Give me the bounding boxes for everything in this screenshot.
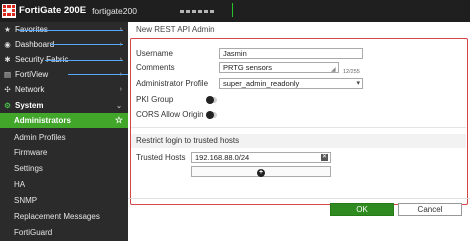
cors-label: CORS Allow Origin: [136, 110, 204, 119]
logo[interactable]: FortiGate 200E fortigate200: [2, 3, 137, 18]
chart-icon: ▤: [3, 70, 12, 79]
profile-select-value: super_admin_readonly: [223, 79, 300, 88]
sidebar-item-system[interactable]: ⚙ System ⌄: [0, 99, 128, 112]
fortinet-logo-icon: [2, 3, 16, 18]
profile-label: Administrator Profile: [136, 79, 209, 88]
admin-form: Username Jasmin Comments PRTG sensors ◢ …: [130, 38, 468, 205]
sidebar: ★ Favorites › ◉ Dashboard › ✱ Security F…: [0, 22, 128, 241]
comments-textarea[interactable]: PRTG sensors: [219, 62, 339, 73]
sidebar-item-ha[interactable]: HA: [0, 178, 128, 191]
dropdown-arrow-icon: ▾: [356, 80, 360, 87]
fabric-icon: ✱: [4, 55, 11, 64]
dashboard-icon: ◉: [4, 40, 11, 49]
username-label: Username: [136, 49, 173, 58]
trusted-hosts-value: 192.168.88.0/24: [195, 153, 250, 162]
resize-handle-icon[interactable]: ◢: [331, 66, 336, 73]
cancel-button[interactable]: Cancel: [398, 203, 462, 216]
sidebar-item-replacement-messages[interactable]: Replacement Messages: [0, 210, 128, 223]
page-title: New REST API Admin: [136, 25, 215, 34]
network-icon: ✣: [4, 85, 11, 94]
top-bar: FortiGate 200E fortigate200: [0, 0, 470, 22]
divider: [131, 127, 466, 128]
username-input[interactable]: Jasmin: [219, 48, 363, 59]
comments-label: Comments: [136, 63, 175, 72]
footer-divider: [128, 198, 470, 199]
sidebar-item-administrators[interactable]: Administrators ☆: [0, 113, 128, 128]
sidebar-item-fortiguard[interactable]: FortiGuard: [0, 226, 128, 239]
trusted-hosts-section-header: Restrict login to trusted hosts: [131, 134, 466, 148]
hostname: fortigate200: [92, 5, 137, 16]
profile-select[interactable]: super_admin_readonly ▾: [219, 78, 363, 89]
gear-icon: ⚙: [4, 101, 11, 110]
trusted-hosts-label: Trusted Hosts: [136, 153, 186, 162]
comments-counter: 12/255: [343, 69, 360, 75]
add-trusted-host-button[interactable]: +: [191, 166, 331, 177]
product-name: FortiGate 200E: [19, 5, 87, 16]
pki-group-toggle[interactable]: [206, 96, 217, 104]
topbar-decoration: [180, 0, 470, 22]
annotation-line: [68, 74, 128, 75]
sidebar-item-network[interactable]: ✣ Network ›: [0, 83, 128, 96]
cors-toggle[interactable]: [206, 111, 217, 119]
chevron-down-icon: ⌄: [116, 102, 122, 110]
trusted-hosts-section-title: Restrict login to trusted hosts: [136, 136, 240, 145]
annotation-line: [18, 30, 123, 31]
sidebar-item-snmp[interactable]: SNMP: [0, 194, 128, 207]
sidebar-item-settings[interactable]: Settings: [0, 162, 128, 175]
trusted-hosts-input[interactable]: 192.168.88.0/24 ✕: [191, 152, 331, 163]
remove-entry-icon[interactable]: ✕: [321, 154, 328, 161]
annotation-line: [45, 60, 123, 61]
ok-button[interactable]: OK: [330, 203, 394, 216]
star-icon: ★: [4, 25, 11, 34]
annotation-line: [50, 44, 123, 45]
plus-icon: +: [257, 169, 265, 177]
pki-group-label: PKI Group: [136, 95, 174, 104]
sidebar-item-admin-profiles[interactable]: Admin Profiles: [0, 131, 128, 144]
favorite-star-icon[interactable]: ☆: [115, 115, 123, 126]
main-panel: New REST API Admin Username Jasmin Comme…: [128, 22, 470, 241]
chevron-right-icon: ›: [119, 86, 122, 93]
sidebar-item-firmware[interactable]: Firmware: [0, 146, 128, 159]
